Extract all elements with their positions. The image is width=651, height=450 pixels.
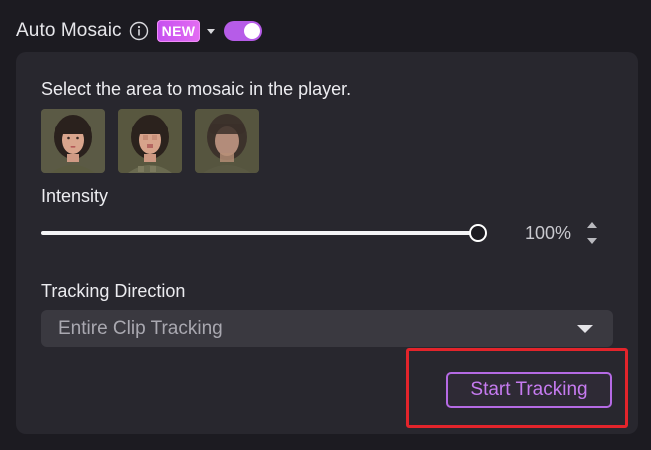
chevron-down-icon[interactable] [207,28,216,34]
tracking-direction-dropdown[interactable]: Entire Clip Tracking [41,310,613,347]
intensity-value[interactable]: 100% [525,223,571,244]
section-title: Auto Mosaic [16,20,122,41]
thumbnail-original[interactable] [41,109,105,173]
dropdown-selected-value: Entire Clip Tracking [58,318,223,339]
instruction-text: Select the area to mosaic in the player. [41,79,352,99]
start-tracking-button[interactable]: Start Tracking [446,372,612,408]
stepper-up-icon[interactable] [587,222,597,228]
intensity-slider[interactable] [41,224,487,242]
stepper-down-icon[interactable] [587,238,597,244]
slider-handle[interactable] [469,224,487,242]
intensity-label: Intensity [41,186,109,206]
info-icon[interactable] [129,21,149,41]
thumbnail-mosaic[interactable] [118,109,182,173]
thumbnail-strip [41,109,259,173]
thumbnail-blur[interactable] [195,109,259,173]
chevron-down-icon[interactable] [577,325,593,333]
slider-track[interactable] [41,231,477,235]
auto-mosaic-panel: Select the area to mosaic in the player. [16,52,638,434]
new-badge: NEW [156,20,201,42]
toggle-knob [244,23,261,39]
tracking-direction-label: Tracking Direction [41,281,186,301]
intensity-stepper[interactable] [585,219,599,247]
auto-mosaic-toggle[interactable] [224,21,263,41]
header: Auto Mosaic NEW [16,16,263,46]
